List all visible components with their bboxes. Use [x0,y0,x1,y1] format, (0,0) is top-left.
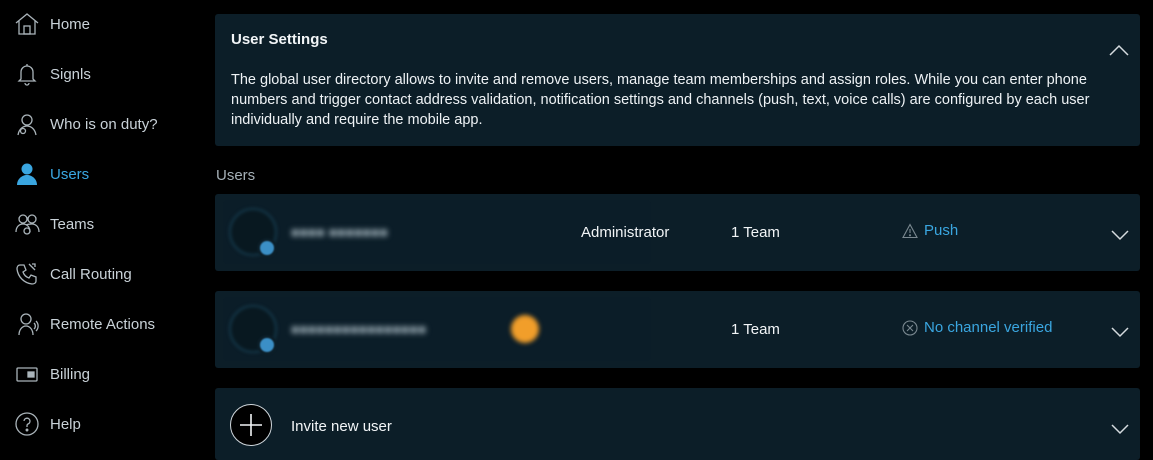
sidebar-item-label: Who is on duty? [50,115,158,133]
sidebar-item-remote-actions[interactable]: Remote Actions [0,304,200,344]
redacted-email: ■■■■■■■■■■■■■■■■ [291,321,427,337]
help-icon [14,411,40,437]
user-channel[interactable]: Push [902,222,958,239]
billing-icon [14,361,40,387]
chevron-down-icon[interactable] [1110,325,1130,338]
avatar-status-badge [257,238,277,258]
sidebar-item-who-is-on-duty[interactable]: Who is on duty? [0,104,200,144]
chevron-up-icon[interactable] [1108,42,1130,58]
user-team-count: 1 Team [731,321,780,338]
sidebar-item-label: Billing [50,365,91,383]
x-circle-icon [902,319,918,336]
remote-actions-icon [14,311,40,337]
sidebar-item-signls[interactable]: Signls [0,54,200,94]
user-role: Administrator [581,224,670,241]
sidebar-item-label: Signls [50,65,91,83]
chevron-down-icon[interactable] [1110,422,1130,435]
sidebar-item-label: Help [50,415,81,433]
sidebar-item-label: Home [50,15,91,33]
redacted-area [223,297,651,361]
panel-description: The global user directory allows to invi… [231,72,1090,128]
warning-icon [902,222,918,238]
on-duty-icon [14,111,40,137]
sidebar-item-billing[interactable]: Billing [0,354,200,394]
phone-icon [14,261,40,287]
sidebar-item-label: Remote Actions [50,315,156,333]
user-icon [14,161,40,187]
sidebar-item-help[interactable]: Help [0,404,200,444]
channel-label: No channel verified [924,319,1053,336]
user-row[interactable]: ■■■■■■■■■■■■■■■■ 1 Team No channel verif… [215,291,1140,368]
chevron-down-icon[interactable] [1110,228,1130,241]
channel-label: Push [924,222,959,239]
bell-icon [14,61,40,87]
teams-icon [14,211,40,237]
user-channel[interactable]: No channel verified [902,319,1052,336]
sidebar-item-label: Call Routing [50,265,132,283]
sidebar-item-call-routing[interactable]: Call Routing [0,254,200,294]
sidebar-item-users[interactable]: Users [0,154,200,194]
sidebar-item-label: Users [50,165,90,183]
invite-user-row[interactable]: Invite new user [215,388,1140,460]
home-icon [14,11,40,37]
user-team-count: 1 Team [731,224,780,241]
invite-user-label: Invite new user [291,418,392,435]
section-heading-users: Users [216,167,256,184]
user-row[interactable]: ■■■■ ■■■■■■■ Administrator 1 Team Push [215,194,1140,271]
plus-icon[interactable] [230,404,272,446]
sidebar-item-label: Teams [50,215,95,233]
panel-title: User Settings [231,31,328,48]
sidebar-item-home[interactable]: Home [0,4,200,44]
sidebar: Home Signls Who is on duty? Users Teams … [0,0,200,460]
avatar-status-badge [257,335,277,355]
pending-badge [511,315,539,343]
user-settings-panel: User Settings The global user directory … [215,14,1140,146]
sidebar-item-teams[interactable]: Teams [0,204,200,244]
redacted-name: ■■■■ ■■■■■■■ [291,224,388,240]
